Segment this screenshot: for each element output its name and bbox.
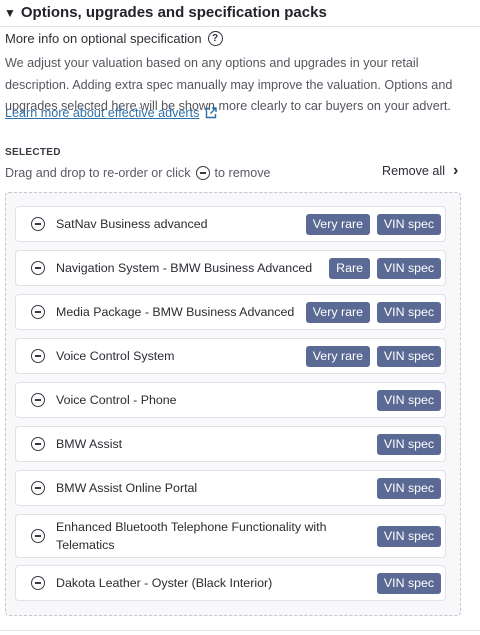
option-row[interactable]: Voice Control System Very rare VIN spec: [15, 338, 446, 374]
help-icon[interactable]: ?: [207, 31, 223, 46]
remove-all-label: Remove all: [382, 164, 445, 178]
remove-circle-icon[interactable]: [31, 217, 45, 231]
option-name: Enhanced Bluetooth Telephone Functionali…: [56, 520, 327, 552]
option-badges: VIN spec: [377, 477, 441, 499]
option-badges: Very rare VIN spec: [305, 213, 441, 235]
option-row[interactable]: Navigation System - BMW Business Advance…: [15, 250, 446, 286]
remove-circle-icon: [195, 166, 210, 180]
option-row[interactable]: Enhanced Bluetooth Telephone Functionali…: [15, 514, 446, 558]
rarity-badge: Rare: [329, 257, 370, 279]
drag-hint-text-end: to remove: [214, 166, 271, 180]
remove-circle-icon[interactable]: [31, 261, 45, 275]
vin-spec-badge: VIN spec: [377, 257, 441, 279]
rarity-badge: Very rare: [305, 213, 370, 235]
option-row[interactable]: SatNav Business advanced Very rare VIN spe…: [15, 206, 446, 242]
chevron-right-icon: ›: [453, 162, 459, 179]
divider: [0, 630, 480, 631]
remove-all-button[interactable]: Remove all ›: [382, 163, 458, 179]
vin-spec-badge: VIN spec: [377, 213, 441, 235]
option-badges: Very rare VIN spec: [305, 301, 441, 323]
option-badges: VIN spec: [377, 572, 441, 594]
option-name: Voice Control - Phone: [56, 393, 177, 407]
vin-spec-badge: VIN spec: [377, 525, 441, 547]
option-name: BMW Assist Online Portal: [56, 481, 198, 495]
vin-spec-badge: VIN spec: [377, 345, 441, 367]
option-badges: Rare VIN spec: [329, 257, 441, 279]
option-name: Voice Control System: [56, 349, 175, 363]
vin-spec-badge: VIN spec: [377, 477, 441, 499]
option-badges: VIN spec: [377, 525, 441, 547]
vin-spec-badge: VIN spec: [377, 301, 441, 323]
option-name: Media Package - BMW Business Advanced: [56, 305, 295, 319]
learn-more-link[interactable]: Learn more about effective adverts: [5, 106, 218, 120]
drag-hint: Drag and drop to re-order or click to re…: [5, 166, 271, 180]
vin-spec-badge: VIN spec: [377, 433, 441, 455]
option-name: SatNav Business advanced: [56, 217, 208, 231]
remove-circle-icon[interactable]: [31, 529, 45, 543]
vin-spec-badge: VIN spec: [377, 389, 441, 411]
option-name: Navigation System - BMW Business Advance…: [56, 261, 313, 275]
drag-hint-text: Drag and drop to re-order or click: [5, 166, 191, 180]
external-link-icon: [206, 107, 218, 119]
option-badges: Very rare VIN spec: [305, 345, 441, 367]
option-name: Dakota Leather - Oyster (Black Interior): [56, 576, 273, 590]
option-row[interactable]: Media Package - BMW Business Advanced Ver…: [15, 294, 446, 330]
remove-circle-icon[interactable]: [31, 576, 45, 590]
remove-circle-icon[interactable]: [31, 305, 45, 319]
option-badges: VIN spec: [377, 389, 441, 411]
remove-circle-icon[interactable]: [31, 349, 45, 363]
section-header[interactable]: ▼ Options, upgrades and specification pa…: [4, 4, 327, 21]
remove-circle-icon[interactable]: [31, 437, 45, 451]
rarity-badge: Very rare: [305, 301, 370, 323]
selected-heading: SELECTED: [5, 147, 61, 158]
option-row[interactable]: Voice Control - Phone VIN spec: [15, 382, 446, 418]
remove-circle-icon[interactable]: [31, 393, 45, 407]
more-info-row[interactable]: More info on optional specification ?: [5, 31, 223, 46]
learn-more-label: Learn more about effective adverts: [5, 106, 200, 120]
vin-spec-badge: VIN spec: [377, 572, 441, 594]
section-title: Options, upgrades and specification pack…: [20, 4, 327, 21]
option-row[interactable]: BMW Assist Online Portal VIN spec: [15, 470, 446, 506]
option-name: BMW Assist: [56, 437, 123, 451]
more-info-label: More info on optional specification: [5, 31, 202, 46]
rarity-badge: Very rare: [305, 345, 370, 367]
option-badges: VIN spec: [377, 433, 441, 455]
option-row[interactable]: BMW Assist VIN spec: [15, 426, 446, 462]
divider: [0, 26, 480, 27]
collapse-triangle-icon[interactable]: ▼: [4, 7, 16, 19]
remove-circle-icon[interactable]: [31, 481, 45, 495]
option-row[interactable]: Dakota Leather - Oyster (Black Interior)…: [15, 565, 446, 601]
